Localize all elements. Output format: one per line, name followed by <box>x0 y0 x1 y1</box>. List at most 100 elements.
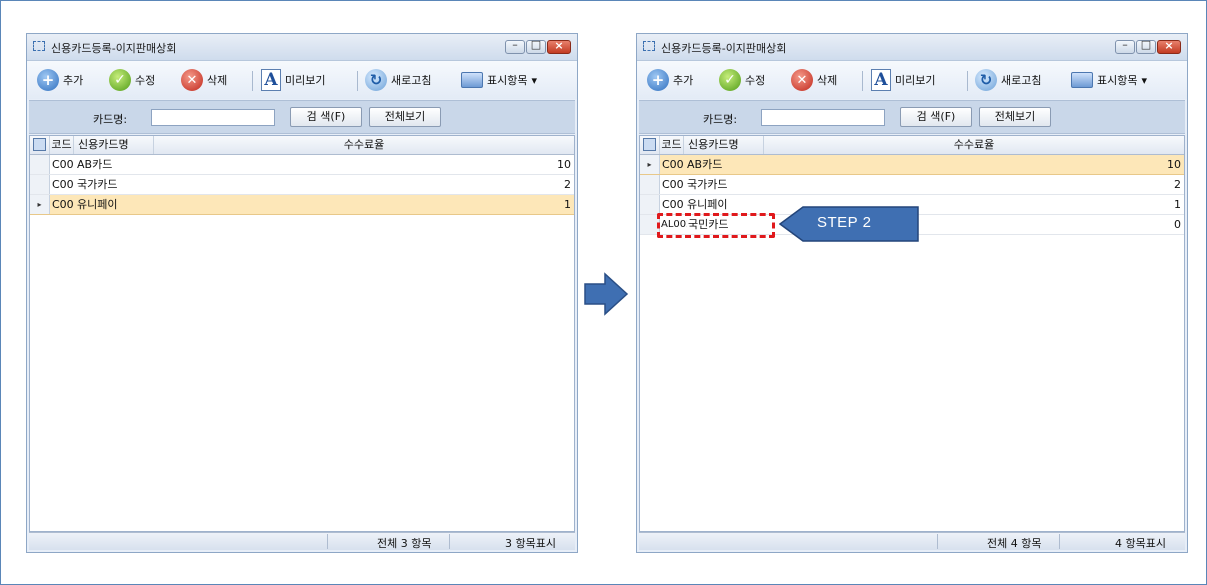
card-grid: 코드 신용카드명 수수료율 ▸ C001 AB카드 10 C002 국가카드 2… <box>639 135 1185 532</box>
status-separator <box>327 534 328 549</box>
refresh-label: 새로고침 <box>391 74 432 87</box>
close-icon: × <box>1164 39 1174 52</box>
card-name-input[interactable] <box>151 109 275 126</box>
view-all-button[interactable]: 전체보기 <box>979 107 1051 127</box>
grid-header: 코드 신용카드명 수수료율 <box>30 136 574 155</box>
search-bar: 카드명: 검 색(F) 전체보기 <box>639 100 1185 134</box>
table-row[interactable]: C001 AB카드 10 <box>30 155 574 175</box>
column-header-code[interactable]: 코드 <box>660 136 684 154</box>
shown-count: 3 항목표시 <box>505 537 556 550</box>
minimize-button[interactable]: – <box>505 38 525 54</box>
cell-code: C002 <box>662 178 684 191</box>
grid-search-cell[interactable] <box>640 136 660 154</box>
columns-button[interactable]: 표시항목 ▾ <box>1071 68 1147 92</box>
edit-button[interactable]: ✓ 수정 <box>719 68 765 92</box>
cell-rate: 1 <box>564 198 571 211</box>
row-indicator <box>640 195 660 214</box>
table-row-selected[interactable]: ▸ C001 AB카드 10 <box>640 155 1184 175</box>
close-icon: × <box>554 39 564 52</box>
column-header-rate[interactable]: 수수료율 <box>154 136 574 154</box>
window-icon <box>33 41 45 51</box>
column-header-name[interactable]: 신용카드명 <box>74 136 154 154</box>
window-title: 신용카드등록-이지판매상회 <box>661 42 787 55</box>
columns-label: 표시항목 <box>487 74 528 87</box>
column-header-rate[interactable]: 수수료율 <box>764 136 1184 154</box>
close-button[interactable]: × <box>547 39 571 54</box>
edit-label: 수정 <box>745 74 766 87</box>
card-name-input[interactable] <box>761 109 885 126</box>
arrow-right-icon <box>584 272 629 316</box>
grid-search-cell[interactable] <box>30 136 50 154</box>
edit-button[interactable]: ✓ 수정 <box>109 68 155 92</box>
magnifier-icon <box>33 138 46 151</box>
row-indicator <box>30 155 50 174</box>
cell-name: 국가카드 <box>77 178 118 191</box>
toolbar-separator <box>357 71 358 91</box>
grid-header: 코드 신용카드명 수수료율 <box>640 136 1184 155</box>
title-bar[interactable]: 신용카드등록-이지판매상회 – □ × <box>637 34 1187 61</box>
cell-code: C003 <box>662 198 684 211</box>
preview-button[interactable]: A 미리보기 <box>261 68 325 92</box>
delete-x-icon: ✕ <box>181 69 203 91</box>
search-button[interactable]: 검 색(F) <box>290 107 362 127</box>
status-separator <box>937 534 938 549</box>
refresh-icon: ↻ <box>365 69 387 91</box>
credit-card-window-before: 신용카드등록-이지판매상회 – □ × + 추가 ✓ 수정 ✕ 삭제 A 미리보… <box>26 33 578 553</box>
card-name-label: 카드명: <box>703 113 738 126</box>
delete-button[interactable]: ✕ 삭제 <box>181 68 227 92</box>
chevron-down-icon: ▾ <box>531 73 538 87</box>
cell-name: AB카드 <box>687 158 723 171</box>
maximize-button[interactable]: □ <box>1136 38 1156 54</box>
view-all-button[interactable]: 전체보기 <box>369 107 441 127</box>
search-button[interactable]: 검 색(F) <box>900 107 972 127</box>
total-count: 전체 4 항목 <box>987 537 1042 550</box>
toolbar-separator <box>967 71 968 91</box>
refresh-button[interactable]: ↻ 새로고침 <box>975 68 1041 92</box>
refresh-button[interactable]: ↻ 새로고침 <box>365 68 431 92</box>
search-bar: 카드명: 검 색(F) 전체보기 <box>29 100 575 134</box>
total-count: 전체 3 항목 <box>377 537 432 550</box>
refresh-icon: ↻ <box>975 69 997 91</box>
close-button[interactable]: × <box>1157 39 1181 54</box>
columns-button[interactable]: 표시항목 ▾ <box>461 68 537 92</box>
cell-name: 유니페이 <box>77 198 118 211</box>
add-label: 추가 <box>63 74 84 87</box>
step-label: STEP 2 <box>817 214 872 231</box>
cell-code: C002 <box>52 178 74 191</box>
window-title: 신용카드등록-이지판매상회 <box>51 42 177 55</box>
toolbar: + 추가 ✓ 수정 ✕ 삭제 A 미리보기 ↻ 새로고침 표시항목 ▾ <box>27 61 577 99</box>
maximize-button[interactable]: □ <box>526 38 546 54</box>
add-button[interactable]: + 추가 <box>37 68 83 92</box>
table-row-selected[interactable]: ▸ C003 유니페이 1 <box>30 195 574 215</box>
column-header-code[interactable]: 코드 <box>50 136 74 154</box>
cell-rate: 10 <box>1167 158 1181 171</box>
preview-label: 미리보기 <box>895 74 936 87</box>
cell-rate: 2 <box>1174 178 1181 191</box>
status-separator <box>1059 534 1060 549</box>
row-indicator <box>30 175 50 194</box>
delete-x-icon: ✕ <box>791 69 813 91</box>
table-row[interactable]: C002 국가카드 2 <box>640 175 1184 195</box>
title-bar[interactable]: 신용카드등록-이지판매상회 – □ × <box>27 34 577 61</box>
check-icon: ✓ <box>109 69 131 91</box>
minimize-button[interactable]: – <box>1115 38 1135 54</box>
cell-name: 유니페이 <box>687 198 728 211</box>
cell-name: AB카드 <box>77 158 113 171</box>
cell-name: 국가카드 <box>687 178 728 191</box>
highlight-new-row-box <box>657 213 775 238</box>
column-header-name[interactable]: 신용카드명 <box>684 136 764 154</box>
preview-button[interactable]: A 미리보기 <box>871 68 935 92</box>
add-button[interactable]: + 추가 <box>647 68 693 92</box>
row-pointer-icon: ▸ <box>640 155 660 174</box>
plus-icon: + <box>37 69 59 91</box>
preview-icon: A <box>871 69 891 91</box>
cell-rate: 10 <box>557 158 571 171</box>
table-row[interactable]: C002 국가카드 2 <box>30 175 574 195</box>
delete-button[interactable]: ✕ 삭제 <box>791 68 837 92</box>
preview-icon: A <box>261 69 281 91</box>
delete-label: 삭제 <box>817 74 838 87</box>
minimize-icon: – <box>512 38 518 51</box>
columns-icon <box>461 72 483 88</box>
minimize-icon: – <box>1122 38 1128 51</box>
plus-icon: + <box>647 69 669 91</box>
